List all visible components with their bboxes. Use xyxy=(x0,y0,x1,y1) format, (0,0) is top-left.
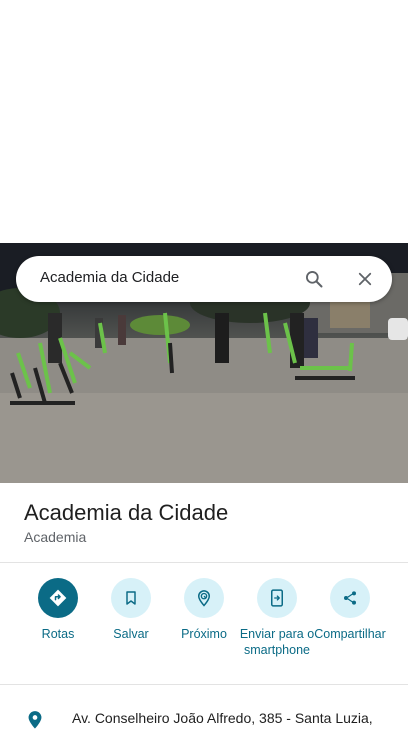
share-button[interactable]: Compartilhar xyxy=(310,578,390,642)
divider xyxy=(0,684,408,685)
send-to-phone-button[interactable]: Enviar para o smartphone xyxy=(237,578,317,658)
save-label: Salvar xyxy=(113,627,149,641)
share-label: Compartilhar xyxy=(314,627,386,641)
address-row[interactable]: Av. Conselheiro João Alfredo, 385 - Sant… xyxy=(0,700,408,729)
nearby-icon xyxy=(184,578,224,618)
location-pin-icon xyxy=(26,710,44,735)
send-to-phone-icon xyxy=(257,578,297,618)
search-icon[interactable] xyxy=(298,263,330,295)
share-icon xyxy=(330,578,370,618)
directions-button[interactable]: Rotas xyxy=(18,578,98,642)
bookmark-icon xyxy=(111,578,151,618)
nearby-label: Próximo xyxy=(181,627,227,641)
divider xyxy=(0,562,408,563)
send-to-phone-label: Enviar para o smartphone xyxy=(239,627,315,657)
place-title: Academia da Cidade xyxy=(24,500,229,525)
blank-area xyxy=(0,0,408,243)
save-button[interactable]: Salvar xyxy=(91,578,171,642)
address-text: Av. Conselheiro João Alfredo, 385 - Sant… xyxy=(72,710,373,726)
search-input[interactable]: Academia da Cidade xyxy=(40,269,179,286)
close-icon[interactable] xyxy=(349,263,381,295)
search-bar[interactable]: Academia da Cidade xyxy=(16,256,392,302)
nearby-button[interactable]: Próximo xyxy=(164,578,244,642)
place-category[interactable]: Academia xyxy=(24,529,86,545)
directions-label: Rotas xyxy=(41,627,75,641)
directions-icon xyxy=(38,578,78,618)
